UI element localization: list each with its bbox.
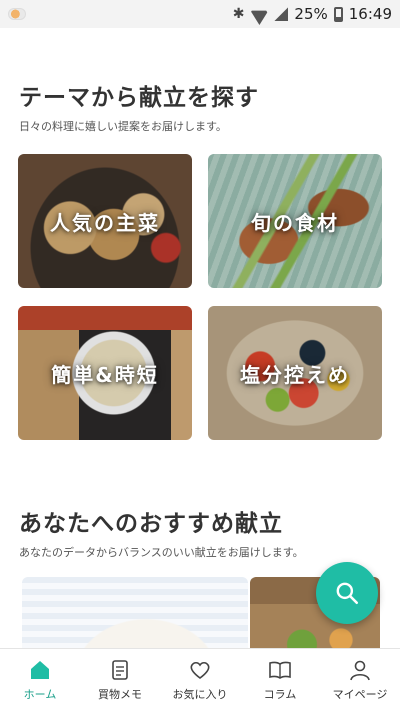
recommend-card[interactable] — [22, 577, 248, 648]
theme-card-popular-main[interactable]: 人気の主菜 — [18, 154, 192, 288]
nav-item-favorites[interactable]: お気に入り — [160, 649, 240, 711]
nav-label: お気に入り — [172, 688, 228, 701]
search-fab-button[interactable] — [316, 562, 378, 624]
signal-icon — [274, 7, 289, 21]
heart-icon — [188, 658, 212, 682]
theme-card-quick[interactable]: 簡単&時短 — [18, 306, 192, 440]
theme-card-label: 旬の食材 — [251, 210, 339, 235]
nav-item-home[interactable]: ホーム — [0, 649, 80, 711]
theme-card-low-salt[interactable]: 塩分控えめ — [208, 306, 382, 440]
home-icon — [28, 658, 52, 682]
main-content[interactable]: テーマから献立を探す 日々の料理に嬉しい提案をお届けします。 人気の主菜 旬の食… — [0, 28, 400, 648]
bottom-nav: ホーム 買物メモ お気に入り コラム マイページ — [0, 648, 400, 711]
theme-section-subtitle: 日々の料理に嬉しい提案をお届けします。 — [19, 120, 227, 133]
battery-percent: 25% — [294, 5, 328, 23]
nav-label: コラム — [263, 688, 297, 701]
user-icon — [348, 658, 372, 682]
nav-label: 買物メモ — [98, 688, 142, 701]
theme-card-label: 簡単&時短 — [51, 362, 159, 387]
recommend-section: あなたへのおすすめ献立 あなたのデータからバランスのいい献立をお届けします。 — [19, 504, 381, 560]
theme-card-label: 人気の主菜 — [50, 210, 160, 235]
book-icon — [268, 658, 292, 682]
theme-grid: 人気の主菜 旬の食材 簡単&時短 塩分控えめ — [18, 154, 382, 440]
theme-section-title: テーマから献立を探す — [19, 85, 259, 111]
search-icon — [336, 582, 359, 605]
memo-icon — [108, 658, 132, 682]
nav-item-mypage[interactable]: マイページ — [320, 649, 400, 711]
app-notification-icon — [8, 8, 26, 20]
nav-label: マイページ — [332, 688, 388, 701]
nav-item-column[interactable]: コラム — [240, 649, 320, 711]
theme-card-seasonal[interactable]: 旬の食材 — [208, 154, 382, 288]
theme-card-label: 塩分控えめ — [240, 362, 350, 387]
theme-section: テーマから献立を探す 日々の料理に嬉しい提案をお届けします。 — [19, 78, 381, 134]
recommend-section-title: あなたへのおすすめ献立 — [19, 511, 283, 537]
clock: 16:49 — [348, 5, 392, 23]
battery-icon — [333, 6, 343, 22]
nav-item-shopping-memo[interactable]: 買物メモ — [80, 649, 160, 711]
bluetooth-icon: ✱ — [232, 6, 245, 22]
wifi-icon — [250, 7, 268, 21]
nav-label: ホーム — [23, 688, 57, 701]
recommend-section-subtitle: あなたのデータからバランスのいい献立をお届けします。 — [19, 546, 304, 559]
status-bar: ✱ 25% 16:49 — [0, 0, 400, 28]
